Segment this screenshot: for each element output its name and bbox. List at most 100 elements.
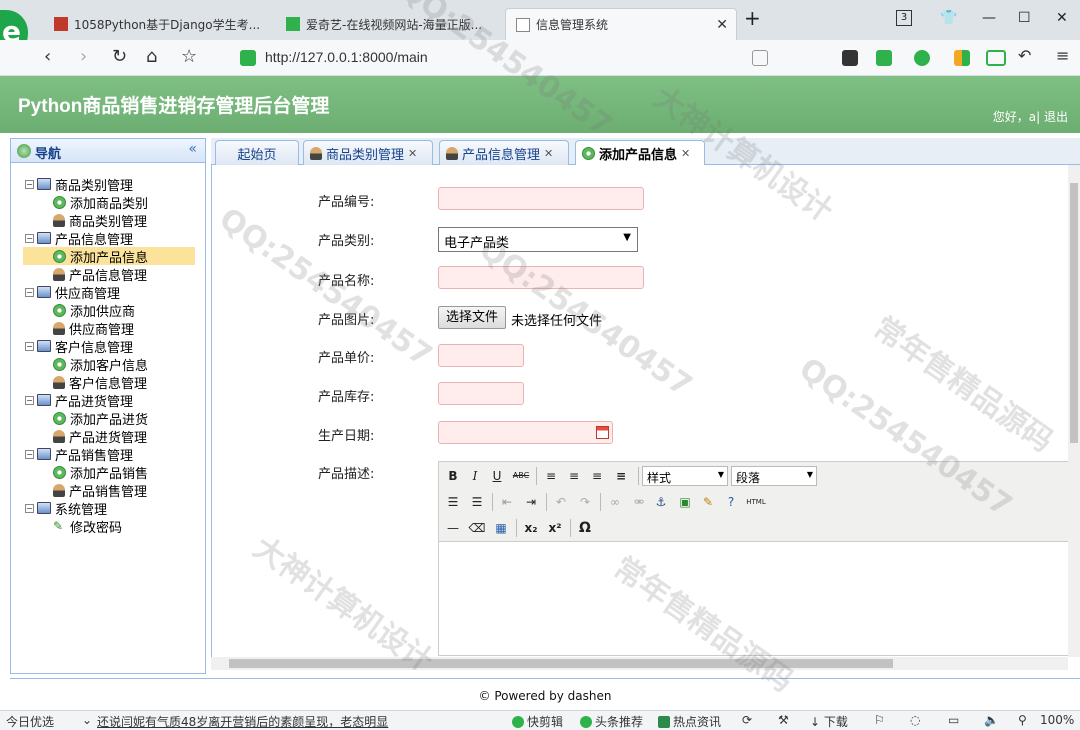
outdent-icon[interactable]: ⇤ [497, 492, 517, 512]
redo-icon[interactable]: ↷ [575, 492, 595, 512]
close-tab-icon[interactable]: ✕ [681, 147, 690, 160]
hot-news-button[interactable]: 热点资讯 [658, 713, 721, 730]
calendar-icon[interactable] [596, 426, 609, 439]
price-input[interactable] [438, 344, 524, 367]
news-ticker[interactable]: 还说闫妮有气质48岁离开营销后的素颜呈现，老态明显 [97, 713, 388, 730]
superscript-icon[interactable]: x² [545, 518, 565, 538]
table-icon[interactable]: ▦ [491, 518, 511, 538]
align-left-icon[interactable]: ≡ [541, 466, 561, 486]
collapse-toggle-icon[interactable]: − [25, 341, 34, 351]
anchor-icon[interactable]: ⚓ [651, 492, 671, 512]
user-greeting-logout[interactable]: 您好，a| 退出 [993, 108, 1068, 125]
minimize-icon[interactable]: — [982, 10, 996, 26]
undo-icon[interactable]: ↶ [1018, 46, 1031, 65]
image-icon[interactable]: ▣ [675, 492, 695, 512]
category-select[interactable]: 电子产品类 ▼ [438, 227, 638, 252]
reload-icon[interactable]: ↻ [112, 46, 127, 67]
home-icon[interactable]: ⌂ [146, 46, 157, 67]
nav-item[interactable]: 供应商管理 [53, 319, 134, 338]
link-icon[interactable]: ∞ [605, 492, 625, 512]
close-tab-icon[interactable]: ✕ [408, 147, 417, 160]
stock-input[interactable] [438, 382, 524, 405]
volume-icon[interactable]: 🔈 [984, 713, 999, 727]
strikethrough-icon[interactable]: ABC [511, 466, 531, 486]
horizontal-scroll-thumb[interactable] [229, 659, 893, 668]
close-tab-icon[interactable]: ✕ [544, 147, 553, 160]
italic-icon[interactable]: I [465, 466, 485, 486]
zoom-icon[interactable]: ⚲ [1018, 713, 1027, 727]
bold-icon[interactable]: B [443, 466, 463, 486]
nav-group[interactable]: − 产品信息管理 [25, 229, 133, 248]
underline-icon[interactable]: U [487, 466, 507, 486]
url-field[interactable]: http://127.0.0.1:8000/main [265, 49, 428, 65]
help-icon[interactable]: ? [721, 492, 741, 512]
browser-tab-1[interactable]: 1058Python基于Django学生考... [44, 8, 272, 40]
special-char-icon[interactable]: Ω [575, 518, 595, 538]
unlink-icon[interactable]: ⚮ [629, 492, 649, 512]
nav-group[interactable]: − 供应商管理 [25, 283, 120, 302]
extension-icon[interactable] [842, 50, 858, 66]
forward-icon[interactable]: › [80, 46, 87, 67]
nav-item[interactable]: 商品类别管理 [53, 211, 147, 230]
nav-item[interactable]: 产品信息管理 [53, 265, 147, 284]
format-select[interactable]: 段落 ▼ [731, 466, 817, 486]
collapse-toggle-icon[interactable]: − [25, 395, 34, 405]
nav-item[interactable]: 添加产品销售 [53, 463, 148, 482]
close-tab-icon[interactable]: ✕ [716, 17, 728, 33]
today-picks[interactable]: 今日优选 [6, 713, 54, 730]
battery-icon[interactable] [986, 50, 1006, 66]
undo-icon[interactable]: ↶ [551, 492, 571, 512]
collapse-toggle-icon[interactable]: − [25, 179, 34, 189]
choose-file-button[interactable]: 选择文件 [438, 306, 506, 329]
nav-group[interactable]: − 商品类别管理 [25, 175, 133, 194]
apps-icon[interactable] [954, 50, 970, 66]
tab-product-manage[interactable]: 产品信息管理 ✕ [439, 140, 569, 165]
tools-icon[interactable]: ⚒ [778, 713, 789, 727]
headline-button[interactable]: 头条推荐 [580, 713, 643, 730]
align-right-icon[interactable]: ≡ [587, 466, 607, 486]
nav-item[interactable]: 添加产品进货 [53, 409, 148, 428]
nav-item[interactable]: 添加商品类别 [53, 193, 148, 212]
menu-icon[interactable]: ≡ [1056, 46, 1069, 65]
qr-code-icon[interactable] [752, 50, 768, 66]
horizontal-scrollbar[interactable] [211, 657, 1068, 670]
tab-add-product[interactable]: 添加产品信息 ✕ [575, 140, 705, 166]
browser-tab-2[interactable]: 爱奇艺-在线视频网站-海量正版... [276, 8, 504, 40]
product-name-input[interactable] [438, 266, 644, 289]
chevron-down-icon[interactable]: ⌄ [82, 713, 92, 727]
collapse-toggle-icon[interactable]: − [25, 503, 34, 513]
nav-group[interactable]: − 系统管理 [25, 499, 107, 518]
html-source-icon[interactable]: HTML [744, 492, 768, 512]
skin-icon[interactable]: 👕 [940, 10, 957, 26]
quick-edit-button[interactable]: 快剪辑 [512, 713, 563, 730]
collapse-icon[interactable]: « [188, 141, 197, 157]
maximize-icon[interactable]: ☐ [1018, 10, 1031, 26]
horizontal-rule-icon[interactable]: — [443, 518, 463, 538]
bookmark-star-icon[interactable]: ☆ [181, 46, 197, 67]
indent-icon[interactable]: ⇥ [521, 492, 541, 512]
vertical-scrollbar[interactable] [1068, 165, 1080, 657]
nav-group[interactable]: − 产品销售管理 [25, 445, 133, 464]
zoom-level[interactable]: 100% [1040, 713, 1074, 727]
nav-item[interactable]: ✎ 修改密码 [53, 517, 122, 536]
collapse-toggle-icon[interactable]: − [25, 233, 34, 243]
nav-item[interactable]: 添加供应商 [53, 301, 135, 320]
refresh-icon[interactable]: ⟳ [742, 713, 752, 727]
bullet-list-icon[interactable]: ☰ [443, 492, 463, 512]
flag-icon[interactable]: ⚐ [874, 713, 885, 727]
vertical-scroll-thumb[interactable] [1070, 183, 1078, 443]
window-icon[interactable]: ▭ [948, 713, 959, 727]
nav-group[interactable]: − 产品进货管理 [25, 391, 133, 410]
tab-start-page[interactable]: 起始页 [215, 140, 299, 165]
translate-icon[interactable] [914, 50, 930, 66]
edge-icon[interactable]: ◌ [910, 713, 920, 727]
align-justify-icon[interactable]: ≡ [611, 466, 631, 486]
remove-format-icon[interactable]: ⌫ [467, 518, 487, 538]
editor-body[interactable] [439, 542, 1069, 655]
browser-tab-3[interactable]: 信息管理系统 ✕ [505, 8, 737, 40]
style-select[interactable]: 样式 ▼ [642, 466, 728, 486]
nav-item[interactable]: 添加客户信息 [53, 355, 148, 374]
product-no-input[interactable] [438, 187, 644, 210]
align-center-icon[interactable]: ≡ [564, 466, 584, 486]
production-date-input[interactable] [438, 421, 613, 444]
